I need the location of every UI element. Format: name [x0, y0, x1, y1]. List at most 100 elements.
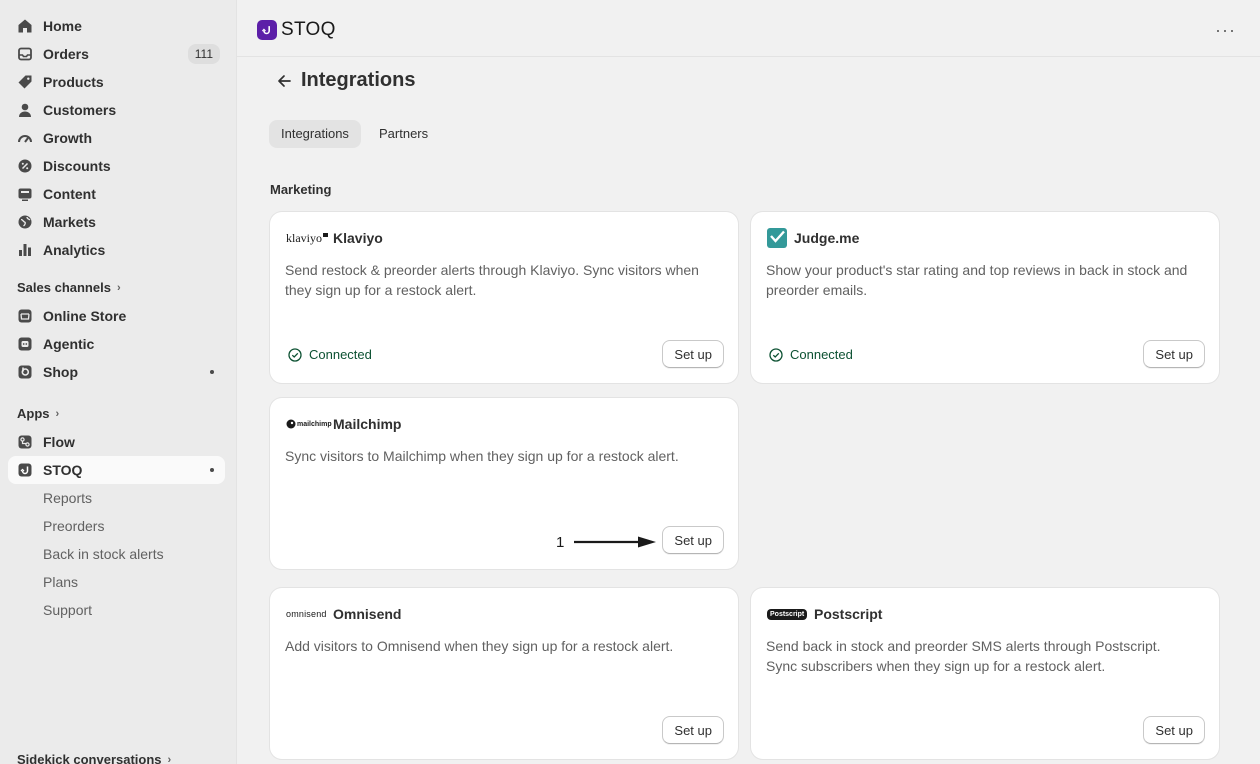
check-circle-icon	[769, 347, 783, 362]
store-icon	[17, 308, 33, 324]
mailchimp-setup-button[interactable]: Set up	[662, 526, 724, 554]
globe-icon	[17, 214, 33, 230]
integration-card-klaviyo: klaviyo Klaviyo Send restock & preorder …	[270, 212, 738, 383]
app-name: STOQ	[281, 19, 336, 40]
nav-customers-label: Customers	[43, 102, 117, 118]
apps-label: Apps	[17, 406, 50, 421]
section-title-marketing: Marketing	[270, 182, 332, 197]
sub-item-preorders[interactable]: Preorders	[43, 518, 104, 534]
apps-heading[interactable]: Apps ›	[17, 406, 59, 421]
nav-growth[interactable]: Growth	[8, 124, 225, 152]
sub-item-reports[interactable]: Reports	[43, 490, 92, 506]
flow-icon	[17, 434, 33, 450]
card-name: Klaviyo	[333, 230, 383, 246]
check-circle-icon	[288, 347, 302, 362]
integration-card-postscript: Postscript Postscript Send back in stock…	[751, 588, 1219, 759]
sales-channels-label: Sales channels	[17, 280, 111, 295]
nav-products-label: Products	[43, 74, 104, 90]
nav-stoq[interactable]: STOQ	[8, 456, 225, 484]
page-title: Integrations	[301, 69, 416, 91]
chevron-right-icon: ›	[116, 281, 121, 294]
mailchimp-logo-text: mailchimp	[297, 420, 332, 428]
judgeme-logo-icon	[767, 228, 787, 248]
klaviyo-logo-text: klaviyo	[286, 230, 322, 245]
tab-partners[interactable]: Partners	[367, 120, 440, 148]
nav-flow[interactable]: Flow	[8, 428, 225, 456]
orders-icon	[17, 46, 33, 62]
nav-discounts[interactable]: Discounts	[8, 152, 225, 180]
nav-orders[interactable]: Orders 111	[8, 40, 225, 68]
mailchimp-monkey-icon	[286, 419, 296, 429]
nav-discounts-label: Discounts	[43, 158, 111, 174]
gauge-icon	[17, 130, 33, 146]
card-description: Add visitors to Omnisend when they sign …	[285, 638, 674, 654]
omnisend-setup-button[interactable]: Set up	[662, 716, 724, 744]
connected-status: Connected	[769, 347, 853, 362]
nav-growth-label: Growth	[43, 130, 92, 146]
card-name: Postscript	[814, 606, 883, 622]
postscript-logo-text: Postscript	[767, 608, 808, 620]
sidekick-conversations-heading[interactable]: Sidekick conversations ›	[17, 752, 171, 764]
sub-item-back-in-stock-alerts[interactable]: Back in stock alerts	[43, 546, 164, 562]
sidekick-conversations-label: Sidekick conversations	[17, 752, 162, 764]
connected-status: Connected	[288, 347, 372, 362]
tag-icon	[17, 74, 33, 90]
judgeme-setup-button[interactable]: Set up	[1143, 340, 1205, 368]
omnisend-logo: omnisend	[286, 604, 327, 624]
content-icon	[17, 186, 33, 202]
card-description: Send restock & preorder alerts through K…	[285, 262, 699, 298]
sub-item-plans[interactable]: Plans	[43, 574, 78, 590]
bar-chart-icon	[17, 242, 33, 258]
connected-label: Connected	[309, 347, 372, 362]
klaviyo-setup-button[interactable]: Set up	[662, 340, 724, 368]
nav-shop-label: Shop	[43, 364, 78, 380]
agent-icon	[17, 336, 33, 352]
nav-agentic[interactable]: Agentic	[8, 330, 225, 358]
shop-icon	[17, 364, 33, 380]
nav-agentic-label: Agentic	[43, 336, 95, 352]
tab-integrations[interactable]: Integrations	[269, 120, 361, 148]
more-actions-icon[interactable]: ···	[1215, 20, 1236, 41]
chevron-right-icon: ›	[55, 407, 60, 420]
stoq-app-icon	[17, 462, 33, 478]
nav-content[interactable]: Content	[8, 180, 225, 208]
nav-analytics[interactable]: Analytics	[8, 236, 225, 264]
nav-online-store-label: Online Store	[43, 308, 127, 324]
home-icon	[17, 18, 33, 34]
integration-card-mailchimp: mailchimp Mailchimp Sync visitors to Mai…	[270, 398, 738, 569]
nav-products[interactable]: Products	[8, 68, 225, 96]
nav-flow-label: Flow	[43, 434, 75, 450]
nav-customers[interactable]: Customers	[8, 96, 225, 124]
orders-count-badge: 111	[187, 44, 220, 64]
sidebar: Home Orders 111 Products Customers Growt…	[0, 0, 237, 764]
nav-home[interactable]: Home	[8, 12, 225, 40]
omnisend-logo-text: omnisend	[286, 609, 327, 619]
nav-analytics-label: Analytics	[43, 242, 106, 258]
back-arrow-icon[interactable]	[275, 71, 293, 91]
postscript-logo: Postscript	[767, 604, 808, 624]
nav-online-store[interactable]: Online Store	[8, 302, 225, 330]
annotation-number: 1	[556, 534, 565, 551]
klaviyo-logo: klaviyo	[286, 228, 328, 248]
nav-home-label: Home	[43, 18, 82, 34]
postscript-setup-button[interactable]: Set up	[1143, 716, 1205, 744]
nav-markets[interactable]: Markets	[8, 208, 225, 236]
app-header: STOQ ···	[237, 0, 1260, 57]
discount-icon	[17, 158, 33, 174]
card-name: Judge.me	[794, 230, 860, 246]
integration-card-omnisend: omnisend Omnisend Add visitors to Omnise…	[270, 588, 738, 759]
annotation-arrow-icon	[574, 536, 656, 548]
mailchimp-logo: mailchimp	[286, 414, 332, 434]
card-description: Sync visitors to Mailchimp when they sig…	[285, 448, 679, 464]
nav-shop[interactable]: Shop	[8, 358, 225, 386]
sales-channels-heading[interactable]: Sales channels ›	[17, 280, 121, 295]
person-icon	[17, 102, 33, 118]
chevron-right-icon: ›	[167, 753, 172, 764]
stoq-logo-icon	[257, 20, 277, 40]
sub-item-support[interactable]: Support	[43, 602, 92, 618]
card-description: Show your product's star rating and top …	[766, 262, 1188, 298]
connected-label: Connected	[790, 347, 853, 362]
nav-orders-label: Orders	[43, 46, 89, 62]
status-dot	[210, 370, 214, 374]
card-name: Omnisend	[333, 606, 402, 622]
